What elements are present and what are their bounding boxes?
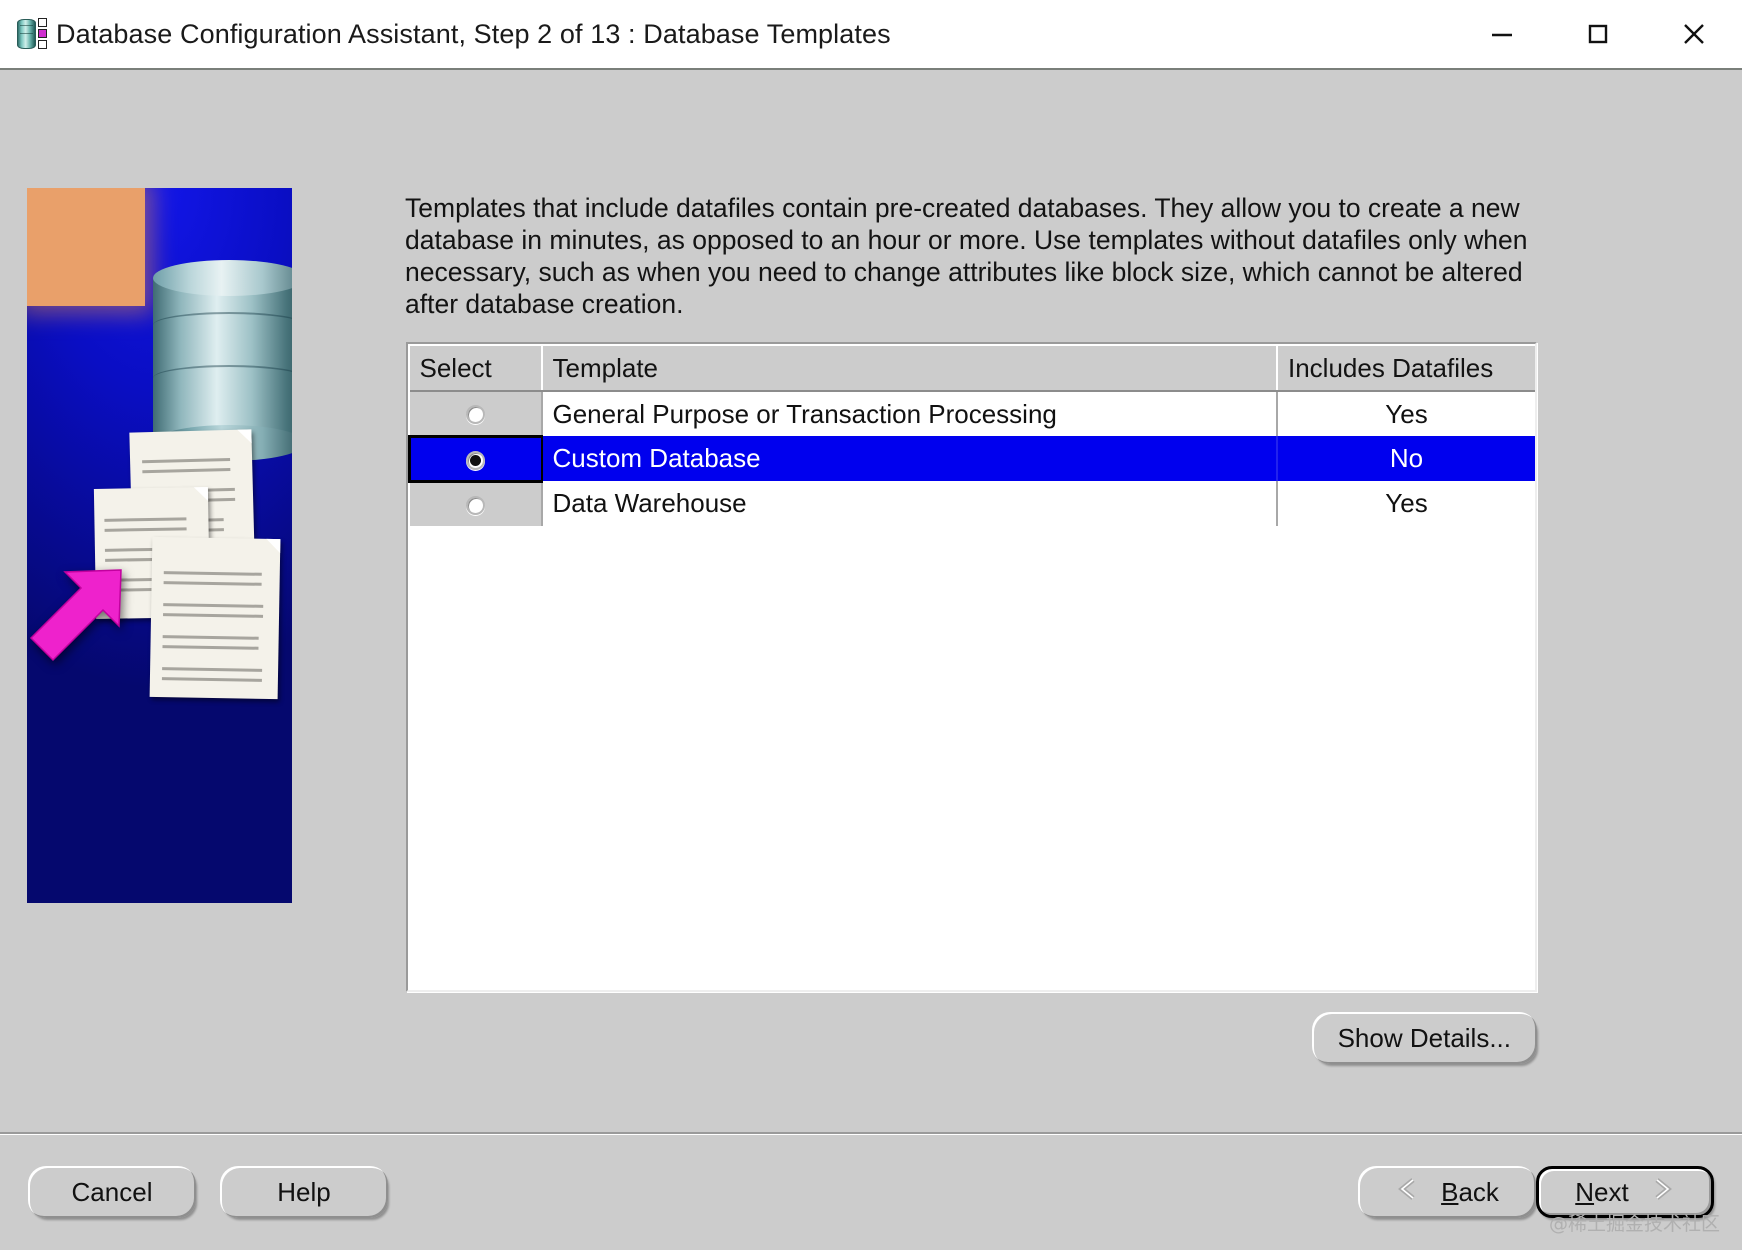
minimize-icon: [1489, 21, 1515, 47]
help-button[interactable]: Help: [220, 1166, 388, 1218]
row-includes-datafiles: No: [1277, 436, 1535, 481]
template-radio[interactable]: [465, 405, 485, 425]
back-mnemonic: B: [1441, 1176, 1459, 1207]
table-row[interactable]: General Purpose or Transaction Processin…: [409, 391, 1535, 436]
database-templates-illustration: [27, 188, 292, 903]
close-icon: [1679, 19, 1709, 49]
cancel-button[interactable]: Cancel: [28, 1166, 196, 1218]
content-area: Templates that include datafiles contain…: [0, 70, 1742, 1132]
template-radio-selected[interactable]: [466, 450, 486, 470]
illustration-panel: [0, 70, 400, 1132]
back-label: Back: [1441, 1177, 1499, 1208]
next-mnemonic: N: [1575, 1176, 1595, 1207]
watermark: @稀土掘金技术社区: [1548, 1213, 1720, 1235]
row-select-cell[interactable]: [409, 481, 543, 526]
main-pane: Templates that include datafiles contain…: [400, 70, 1742, 1132]
column-header-includes-datafiles[interactable]: Includes Datafiles: [1277, 344, 1535, 392]
title-bar-left: Database Configuration Assistant, Step 2…: [16, 17, 1454, 51]
window-controls: [1454, 0, 1742, 68]
next-label: Next: [1575, 1177, 1628, 1208]
database-cylinder-icon: [16, 17, 48, 51]
maximize-button[interactable]: [1550, 0, 1646, 68]
window-title: Database Configuration Assistant, Step 2…: [56, 18, 891, 49]
magenta-arrow-icon: [27, 558, 128, 663]
next-label-rest: ext: [1594, 1176, 1629, 1207]
column-header-template[interactable]: Template: [541, 344, 1278, 392]
footer-bar: Cancel Help Back Next @稀土掘金技术社区: [0, 1132, 1742, 1250]
close-button[interactable]: [1646, 0, 1742, 68]
description-text: Templates that include datafiles contain…: [405, 193, 1528, 319]
document-sheet: [149, 536, 281, 700]
title-bar: Database Configuration Assistant, Step 2…: [0, 0, 1742, 70]
double-chevron-right-icon: [1647, 1176, 1675, 1209]
dbca-window: Database Configuration Assistant, Step 2…: [0, 0, 1742, 1250]
row-includes-datafiles: Yes: [1277, 391, 1535, 436]
template-radio[interactable]: [465, 496, 485, 516]
back-button[interactable]: Back: [1358, 1166, 1536, 1218]
table-row[interactable]: Data Warehouse Yes: [409, 481, 1535, 526]
row-select-cell[interactable]: [408, 434, 543, 483]
row-template-name[interactable]: Data Warehouse: [541, 481, 1278, 526]
document-sheet-highlight: [27, 188, 145, 306]
row-includes-datafiles: Yes: [1277, 481, 1535, 526]
maximize-icon: [1585, 21, 1611, 47]
row-template-name[interactable]: General Purpose or Transaction Processin…: [541, 391, 1278, 436]
show-details-button[interactable]: Show Details...: [1311, 1012, 1537, 1064]
back-label-rest: ack: [1458, 1176, 1499, 1207]
row-template-name[interactable]: Custom Database: [541, 436, 1278, 481]
table-header-row: Select Template Includes Datafiles: [409, 344, 1535, 392]
minimize-button[interactable]: [1454, 0, 1550, 68]
column-header-select[interactable]: Select: [409, 344, 543, 392]
double-chevron-left-icon: [1395, 1176, 1423, 1209]
table-row-selected[interactable]: Custom Database No: [408, 434, 1535, 483]
templates-table: Select Template Includes Datafiles Gener…: [408, 344, 1535, 526]
footer-left-buttons: Cancel Help: [28, 1166, 388, 1218]
row-select-cell[interactable]: [409, 391, 543, 436]
details-row: Show Details...: [406, 1012, 1537, 1064]
templates-table-frame[interactable]: Select Template Includes Datafiles Gener…: [406, 342, 1537, 992]
